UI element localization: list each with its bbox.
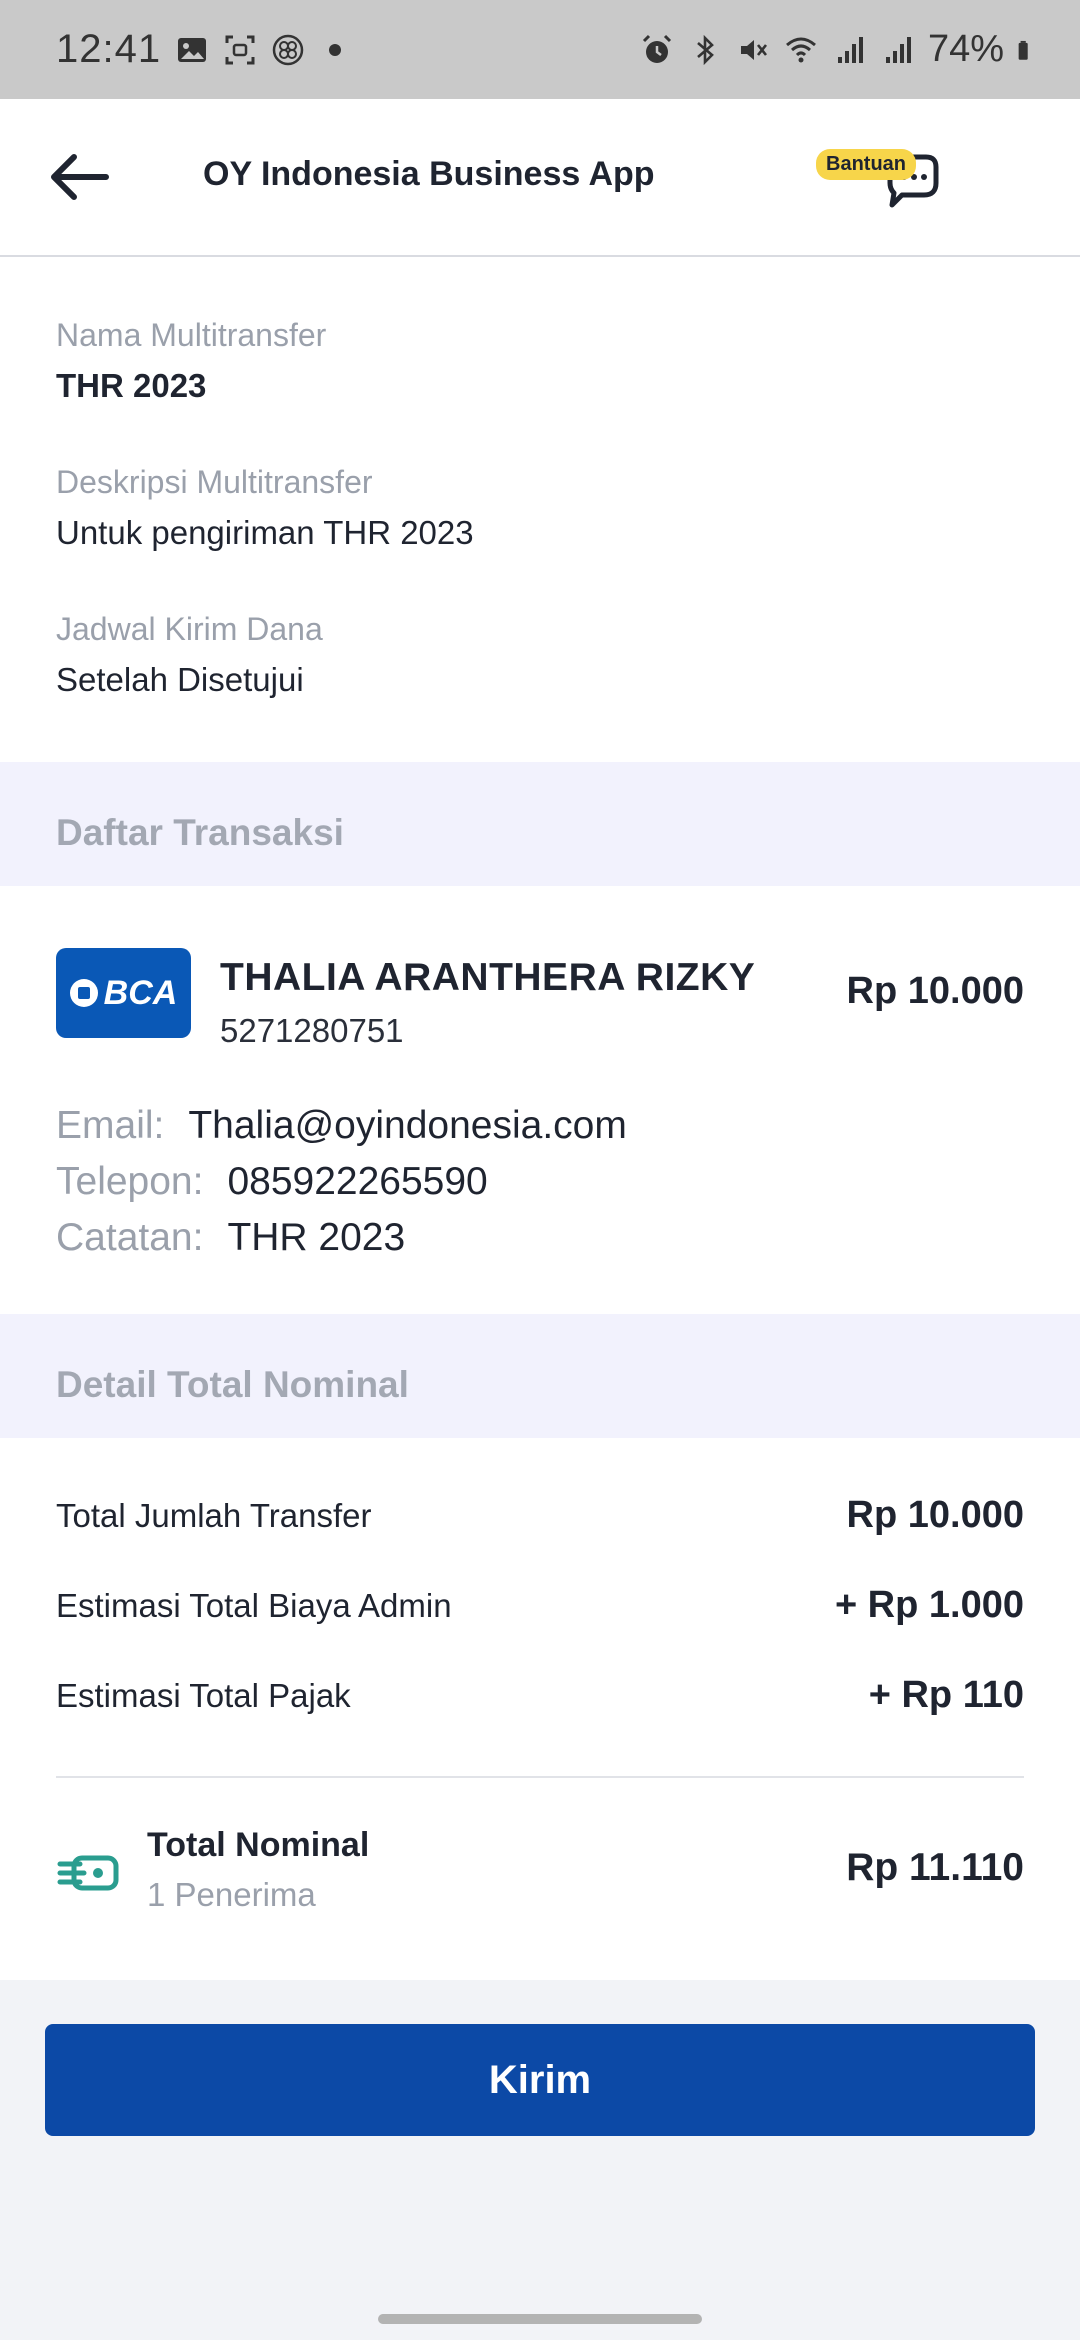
battery-icon	[1018, 40, 1028, 60]
status-bar-left: 12:41	[56, 27, 342, 72]
email-value: Thalia@oyindonesia.com	[188, 1104, 627, 1147]
schedule-label: Jadwal Kirim Dana	[56, 611, 323, 647]
app-title: OY Indonesia Business App	[203, 155, 655, 193]
total-transfer-value: Rp 10.000	[846, 1494, 1024, 1536]
transactions-section-title: Daftar Transaksi	[56, 812, 344, 853]
status-bar-right: 74%	[640, 28, 1040, 71]
gallery-notification-icon	[178, 37, 207, 62]
admin-fee-value: + Rp 1.000	[834, 1584, 1024, 1626]
signal-icon-2	[885, 36, 911, 63]
admin-fee-row: Estimasi Total Biaya Admin + Rp 1.000	[56, 1584, 1024, 1627]
transactions-section-header: Daftar Transaksi	[0, 762, 1080, 886]
description-value: Untuk pengiriman THR 2023	[56, 514, 474, 551]
total-transfer-row: Total Jumlah Transfer Rp 10.000	[56, 1494, 1024, 1537]
phone-value: 085922265590	[227, 1160, 488, 1203]
back-arrow-icon[interactable]	[44, 147, 114, 207]
note-value: THR 2023	[227, 1216, 406, 1259]
tax-label: Estimasi Total Pajak	[56, 1676, 351, 1714]
bank-name: BCA	[103, 973, 178, 1012]
recipient-name: THALIA ARANTHERA RIZKY	[220, 956, 756, 999]
home-indicator[interactable]	[378, 2314, 702, 2324]
alarm-icon	[642, 34, 671, 63]
totals-divider	[56, 1776, 1024, 1778]
email-label: Email:	[56, 1104, 165, 1147]
send-button[interactable]: Kirim	[45, 2024, 1035, 2136]
status-time: 12:41	[56, 27, 162, 71]
help-badge: Bantuan	[816, 149, 916, 180]
name-value: THR 2023	[56, 367, 207, 404]
more-notifications-dot	[329, 43, 342, 56]
mute-icon	[740, 39, 767, 60]
phone-label: Telepon:	[56, 1160, 204, 1203]
bluetooth-icon	[697, 34, 714, 65]
total-nominal-label: Total Nominal	[147, 1826, 370, 1864]
description-label: Deskripsi Multitransfer	[56, 464, 373, 500]
note-label: Catatan:	[56, 1216, 204, 1259]
totals-section-header: Detail Total Nominal	[0, 1314, 1080, 1438]
email-row: Email: Thalia@oyindonesia.com	[56, 1104, 627, 1148]
transaction-item: BCA THALIA ARANTHERA RIZKY 5271280751 Rp…	[0, 886, 1080, 1314]
total-transfer-label: Total Jumlah Transfer	[56, 1496, 372, 1534]
total-nominal-value: Rp 11.110	[846, 1846, 1024, 1889]
phone-row: Telepon: 085922265590	[56, 1160, 488, 1204]
multitransfer-info: Nama Multitransfer THR 2023 Deskripsi Mu…	[0, 257, 1080, 762]
help-button[interactable]: Bantuan	[812, 145, 952, 225]
bank-logo-bca: BCA	[56, 948, 191, 1038]
money-icon	[57, 1855, 119, 1891]
name-label: Nama Multitransfer	[56, 317, 327, 353]
wifi-icon	[785, 37, 816, 62]
totals-section-title: Detail Total Nominal	[56, 1364, 409, 1405]
tax-value: + Rp 110	[868, 1674, 1024, 1716]
bca-logo-icon	[69, 979, 98, 1007]
signal-icon-1	[837, 36, 863, 63]
schedule-value: Setelah Disetujui	[56, 661, 304, 698]
tax-row: Estimasi Total Pajak + Rp 110	[56, 1674, 1024, 1717]
totals-panel: Total Jumlah Transfer Rp 10.000 Estimasi…	[0, 1438, 1080, 1980]
screenshot-notification-icon	[225, 35, 255, 64]
app-bar: OY Indonesia Business App Bantuan	[0, 99, 1080, 257]
status-bar: 12:41 74%	[0, 0, 1080, 99]
transaction-amount: Rp 10.000	[846, 970, 1024, 1012]
note-row: Catatan: THR 2023	[56, 1216, 405, 1260]
recipient-account: 5271280751	[220, 1012, 404, 1049]
app-notification-icon	[272, 34, 304, 65]
recipient-count: 1 Penerima	[147, 1876, 316, 1913]
battery-percent: 74%	[927, 28, 1004, 70]
admin-fee-label: Estimasi Total Biaya Admin	[56, 1586, 452, 1624]
